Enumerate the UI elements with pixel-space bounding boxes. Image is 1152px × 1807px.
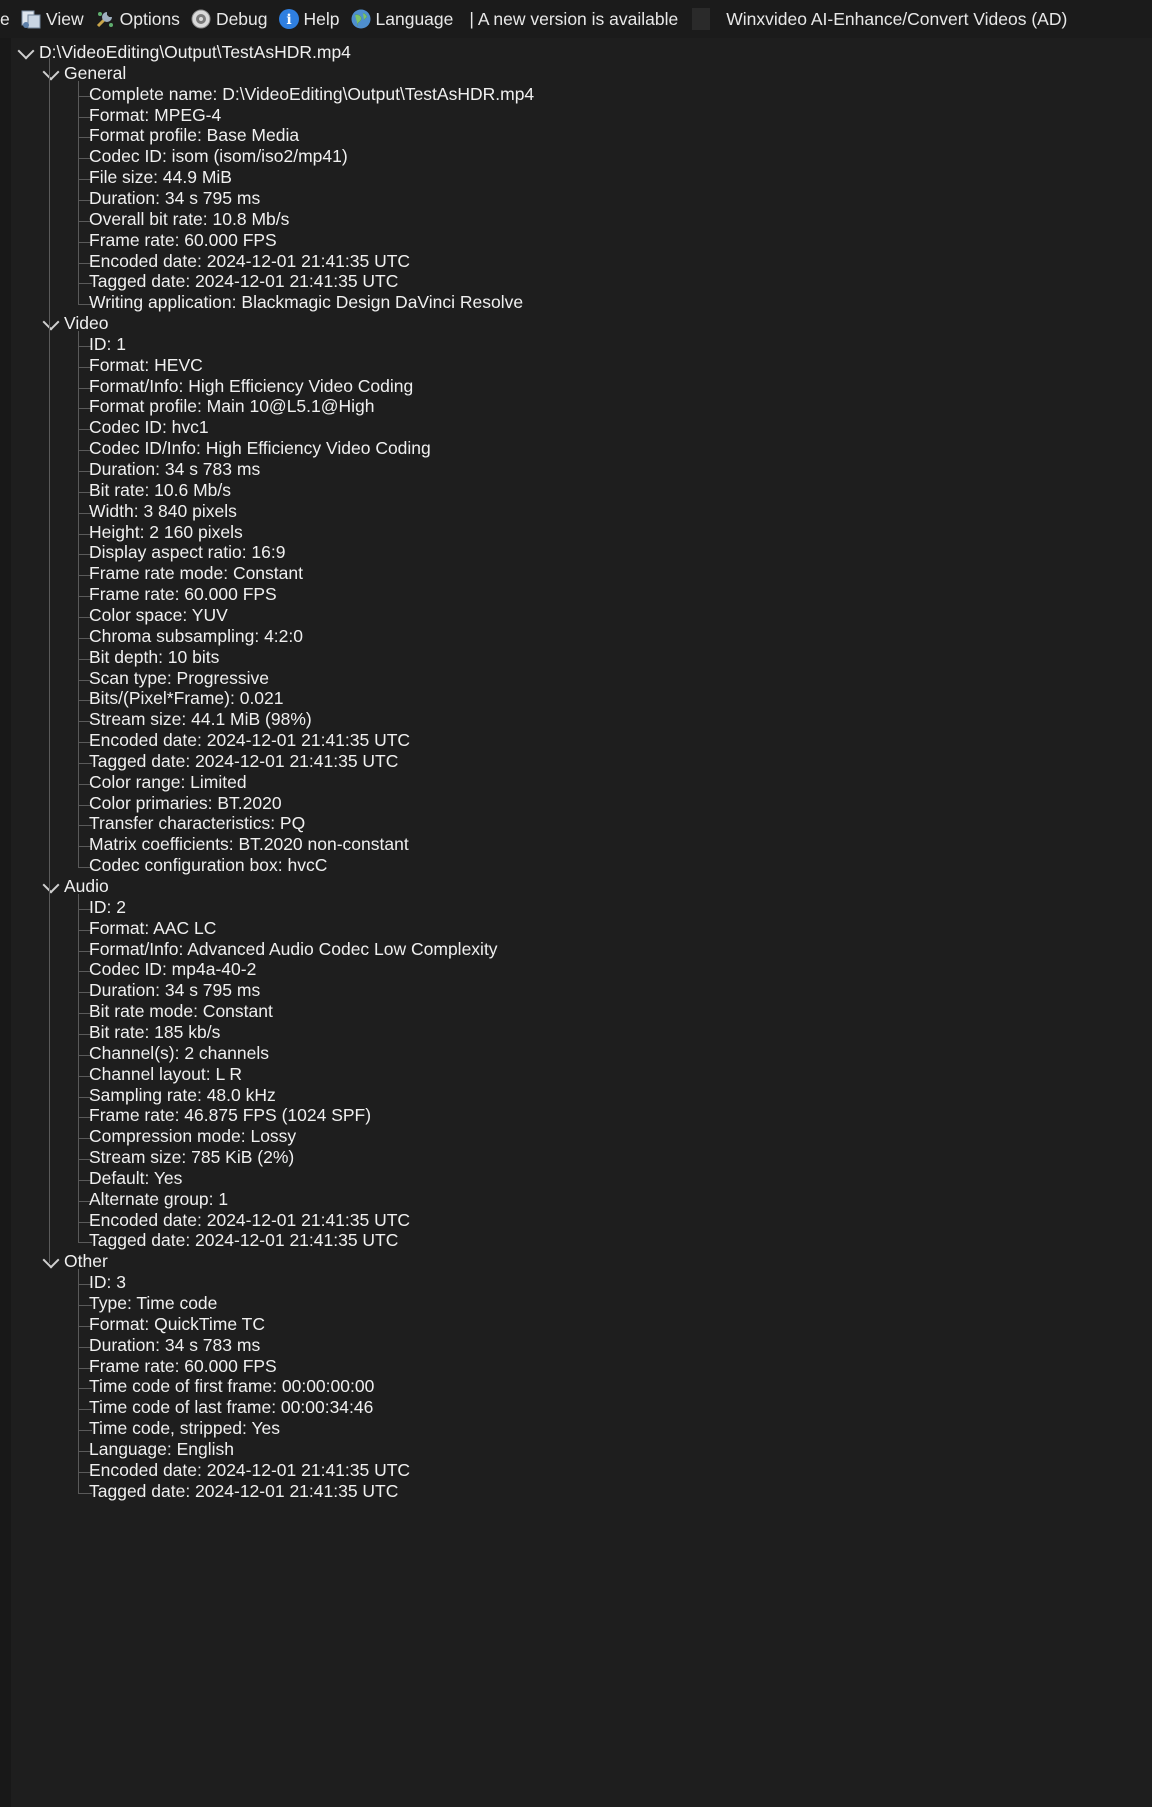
section-audio-chevron-down-icon[interactable] — [42, 876, 60, 894]
tree-connector-vertical — [78, 1269, 79, 1493]
tree-connector-vertical-root — [49, 58, 50, 1264]
menu-view[interactable]: View — [20, 8, 84, 30]
view-icon — [20, 8, 42, 30]
menu-options[interactable]: Options — [94, 8, 180, 30]
tree-item[interactable]: Writing application: Blackmagic Design D… — [89, 290, 523, 314]
menu-language-label: Language — [375, 8, 454, 29]
media-info-tree[interactable]: D:\VideoEditing\Output\TestAsHDR.mp4 Gene… — [0, 38, 1152, 1807]
toolbar-cut-label[interactable]: e — [0, 9, 10, 30]
help-icon: i — [278, 8, 300, 30]
menu-language[interactable]: Language — [350, 8, 454, 30]
section-video-chevron-down-icon[interactable] — [42, 313, 60, 331]
ad-link[interactable]: Winxvideo AI-Enhance/Convert Videos (AD) — [726, 9, 1067, 30]
tree-connector-vertical — [78, 331, 79, 868]
tree-connector-vertical — [78, 894, 79, 1243]
section-general-chevron-down-icon[interactable] — [42, 63, 60, 81]
ad-icon-placeholder — [692, 8, 711, 30]
menu-help-label: Help — [303, 8, 340, 29]
options-icon — [94, 8, 116, 30]
new-version-notice[interactable]: | A new version is available — [469, 9, 678, 30]
menu-debug[interactable]: Debug — [190, 8, 268, 30]
toolbar-menu: View Options Debug i Help Language — [20, 8, 463, 30]
root-chevron-down-icon[interactable] — [17, 42, 35, 60]
tree-connector-vertical — [78, 80, 79, 305]
section-other-chevron-down-icon[interactable] — [42, 1251, 60, 1269]
menu-help[interactable]: i Help — [278, 8, 340, 30]
toolbar: e View Options Debug i Help Language | A new … — [0, 0, 1152, 39]
tree-item[interactable]: Tagged date: 2024-12-01 21:41:35 UTC — [89, 1228, 398, 1252]
tree-item[interactable]: Codec configuration box: hvcC — [89, 853, 327, 877]
tree-item[interactable]: Tagged date: 2024-12-01 21:41:35 UTC — [89, 1479, 398, 1503]
svg-text:i: i — [286, 12, 291, 28]
menu-options-label: Options — [119, 8, 180, 29]
debug-icon — [190, 8, 212, 30]
language-icon — [350, 8, 372, 30]
menu-view-label: View — [46, 8, 84, 29]
menu-debug-label: Debug — [215, 8, 268, 29]
